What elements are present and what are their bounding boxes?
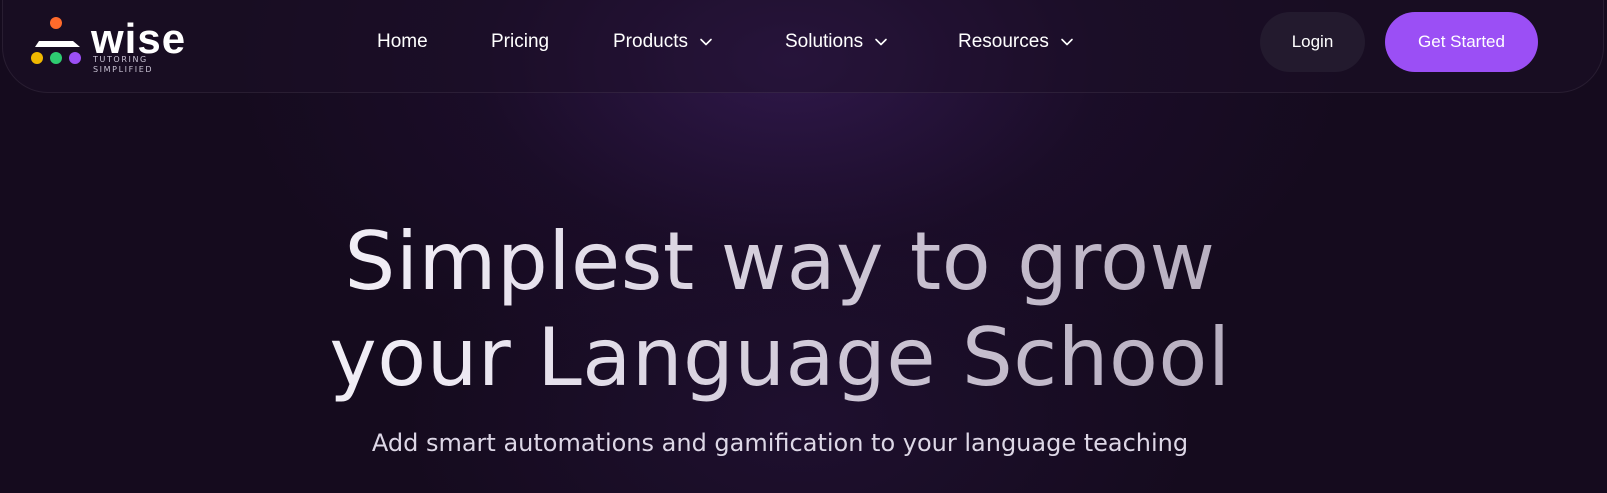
landing-page: wise TUTORING SIMPLIFIED Home Pricing Pr…: [0, 0, 1607, 493]
top-navbar: wise TUTORING SIMPLIFIED Home Pricing Pr…: [2, 0, 1604, 93]
nav-item-resources[interactable]: Resources: [958, 28, 1075, 56]
chevron-down-icon: [1061, 38, 1073, 46]
get-started-button[interactable]: Get Started: [1385, 12, 1538, 72]
brand-tagline: TUTORING SIMPLIFIED: [93, 55, 154, 74]
chevron-down-icon: [875, 38, 887, 46]
nav-item-label: Resources: [958, 31, 1049, 52]
nav-item-home[interactable]: Home: [377, 28, 428, 56]
hero-title-line-2: your Language School: [0, 310, 1560, 406]
login-button[interactable]: Login: [1260, 12, 1365, 72]
nav-item-pricing[interactable]: Pricing: [491, 28, 549, 56]
nav-item-solutions[interactable]: Solutions: [785, 28, 889, 56]
chevron-down-icon: [700, 38, 712, 46]
brand-logo[interactable]: wise TUTORING SIMPLIFIED: [31, 14, 211, 74]
wise-logo-icon: [31, 17, 81, 64]
nav-item-products[interactable]: Products: [613, 28, 714, 56]
hero-subtitle: Add smart automations and gamification t…: [371, 429, 1189, 457]
nav-item-label: Pricing: [491, 31, 550, 52]
nav-item-label: Products: [613, 31, 688, 52]
hero-title-line-1: Simplest way to grow: [0, 214, 1560, 310]
brand-name: wise: [91, 15, 187, 62]
nav-item-label: Home: [377, 31, 428, 52]
nav-item-label: Solutions: [785, 31, 864, 52]
hero-title: Simplest way to grow your Language Schoo…: [0, 214, 1560, 406]
